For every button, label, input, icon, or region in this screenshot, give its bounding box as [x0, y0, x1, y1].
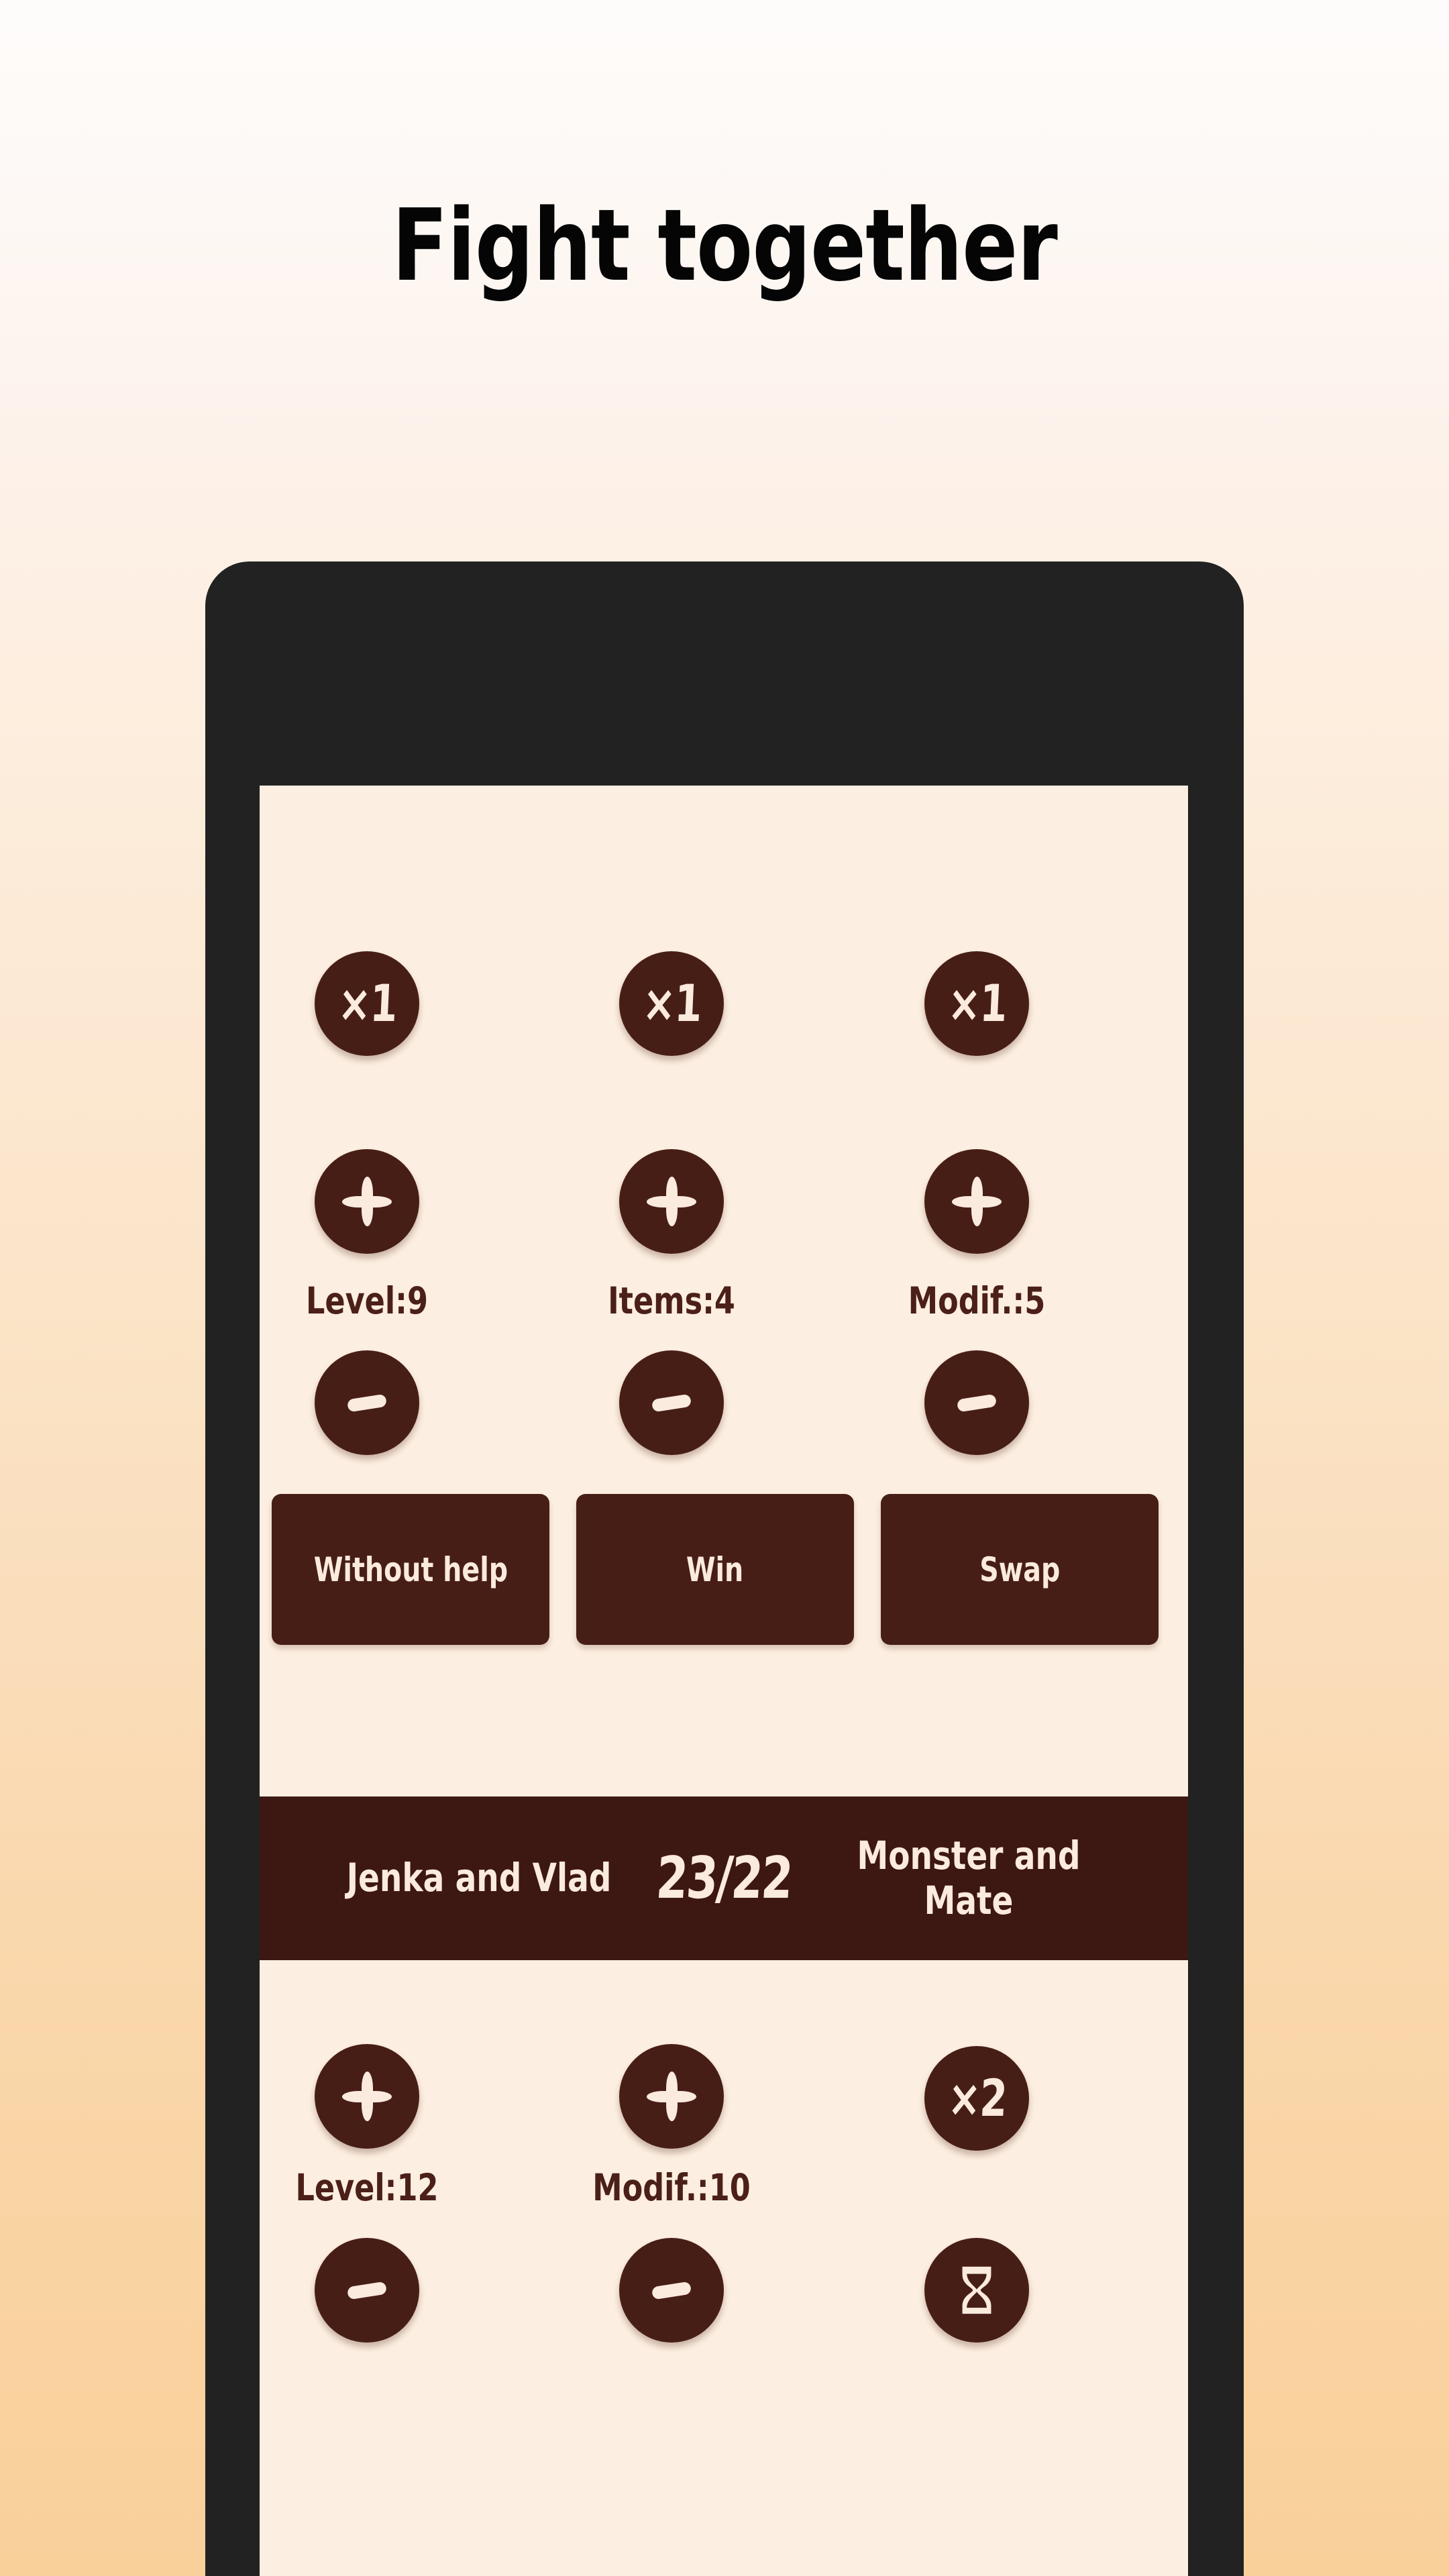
enemy-modifier-decrement-button[interactable] — [619, 2238, 724, 2343]
team-right-name: Monster and Mate — [857, 1832, 1081, 1923]
score-value: 23/22 — [654, 1845, 794, 1912]
hourglass-icon — [954, 2264, 1000, 2316]
multiply-icon: ×1 — [946, 973, 1008, 1033]
without-help-button[interactable]: Without help — [272, 1494, 549, 1645]
enemy-multiplier-button[interactable]: ×2 — [924, 2046, 1029, 2151]
enemy-modifier-stat-label: Modif.:10 — [592, 2166, 751, 2209]
minus-icon — [956, 1393, 998, 1412]
page-title: Fight together — [392, 188, 1058, 303]
enemy-modifier-increment-button[interactable] — [619, 2044, 724, 2149]
modifier-decrement-button[interactable] — [924, 1350, 1029, 1455]
level-decrement-button[interactable] — [315, 1350, 419, 1455]
enemy-timer-button[interactable] — [924, 2238, 1029, 2343]
minus-icon — [651, 1393, 692, 1412]
minus-icon — [346, 2281, 388, 2300]
plus-icon — [342, 1177, 392, 1226]
items-multiplier-button[interactable]: ×1 — [619, 951, 724, 1056]
phone-frame: ×1 ×1 ×1 Level:9 Items:4 Modif.:5 Withou… — [205, 561, 1244, 2576]
multiply-icon: ×1 — [336, 973, 398, 1033]
plus-icon — [647, 1177, 696, 1226]
modifier-increment-button[interactable] — [924, 1149, 1029, 1254]
plus-icon — [952, 1177, 1002, 1226]
score-bar: Jenka and Vlad 23/22 Monster and Mate — [260, 1796, 1188, 1960]
enemy-level-stat-label: Level:12 — [295, 2166, 439, 2209]
level-increment-button[interactable] — [315, 1149, 419, 1254]
swap-button[interactable]: Swap — [881, 1494, 1159, 1645]
level-multiplier-button[interactable]: ×1 — [315, 951, 419, 1056]
plus-icon — [342, 2072, 392, 2121]
minus-icon — [346, 1393, 388, 1412]
items-increment-button[interactable] — [619, 1149, 724, 1254]
win-button[interactable]: Win — [576, 1494, 854, 1645]
minus-icon — [651, 2281, 692, 2300]
modifier-stat-label: Modif.:5 — [908, 1279, 1046, 1322]
level-stat-label: Level:9 — [306, 1279, 428, 1322]
items-decrement-button[interactable] — [619, 1350, 724, 1455]
modifier-multiplier-button[interactable]: ×1 — [924, 951, 1029, 1056]
items-stat-label: Items:4 — [608, 1279, 735, 1322]
team-left-name: Jenka and Vlad — [346, 1855, 612, 1901]
enemy-level-decrement-button[interactable] — [315, 2238, 419, 2343]
multiply-icon: ×1 — [641, 973, 702, 1033]
plus-icon — [647, 2072, 696, 2121]
phone-screen: ×1 ×1 ×1 Level:9 Items:4 Modif.:5 Withou… — [260, 786, 1188, 2576]
enemy-level-increment-button[interactable] — [315, 2044, 419, 2149]
multiply-icon: ×2 — [946, 2068, 1008, 2128]
